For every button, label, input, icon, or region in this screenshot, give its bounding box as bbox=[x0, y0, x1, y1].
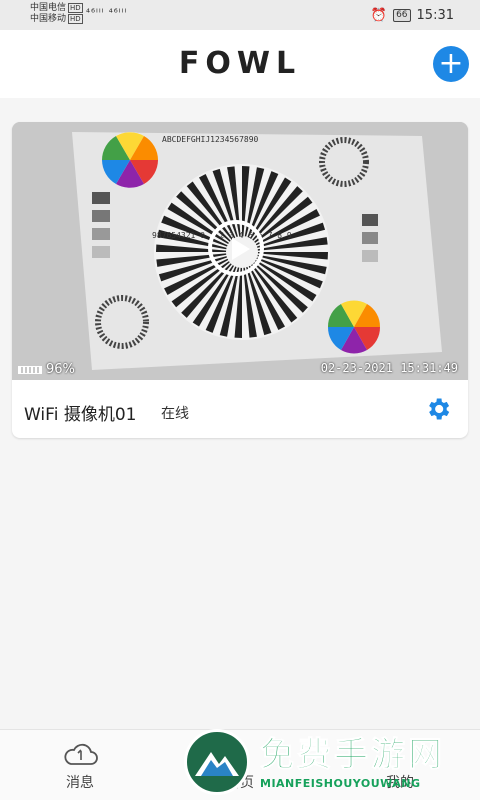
plus-icon: + bbox=[438, 46, 464, 81]
app-logo: FOWL bbox=[178, 46, 302, 81]
hd-badge: HD bbox=[68, 14, 83, 24]
device-card[interactable]: ABCDEFGHIJ1234567890 987654321 0 1 2 3 4… bbox=[12, 122, 468, 438]
watermark-logo-icon bbox=[184, 729, 250, 795]
camera-preview[interactable]: ABCDEFGHIJ1234567890 987654321 0 1 2 3 4… bbox=[12, 122, 468, 380]
camera-battery: 96% bbox=[18, 362, 75, 377]
battery-icon: 66 bbox=[393, 9, 411, 22]
carrier-2: 中国移动 bbox=[30, 14, 67, 24]
carrier-1: 中国电信 bbox=[30, 3, 67, 13]
device-name: WiFi 摄像机01 bbox=[24, 405, 137, 425]
device-status: 在线 bbox=[161, 406, 189, 422]
signal-icon: ⁴⁶ᴵᴵᴵ ⁴⁶ᴵᴵᴵ bbox=[86, 8, 128, 19]
hd-badge: HD bbox=[68, 3, 83, 13]
carrier-info: 中国电信 HD 中国移动 HD bbox=[30, 3, 83, 25]
cloud-icon bbox=[64, 743, 98, 765]
clock: 15:31 bbox=[416, 8, 454, 23]
watermark-subtext: MIANFEISHOUYOUWANG bbox=[260, 777, 421, 790]
video-timestamp: 02-23-2021 15:31:49 bbox=[320, 361, 458, 375]
camera-battery-value: 96% bbox=[46, 362, 75, 377]
add-device-button[interactable]: + bbox=[433, 46, 469, 82]
battery-level-icon bbox=[18, 365, 42, 374]
nav-item-messages[interactable]: 消息 bbox=[20, 730, 140, 800]
svg-text:ABCDEFGHIJ1234567890: ABCDEFGHIJ1234567890 bbox=[162, 135, 259, 144]
watermark-text: 免费手游网 bbox=[260, 735, 445, 776]
status-bar: 中国电信 HD 中国移动 HD ⁴⁶ᴵᴵᴵ ⁴⁶ᴵᴵᴵ ⏰ 66 15:31 bbox=[0, 0, 480, 30]
settings-gear-icon[interactable] bbox=[424, 395, 452, 423]
alarm-icon: ⏰ bbox=[370, 8, 388, 23]
app-header: FOWL + bbox=[0, 30, 480, 98]
watermark: 免费手游网 MIANFEISHOUYOUWANG bbox=[182, 727, 480, 800]
nav-label-messages: 消息 bbox=[66, 775, 94, 791]
play-button[interactable] bbox=[208, 220, 264, 276]
